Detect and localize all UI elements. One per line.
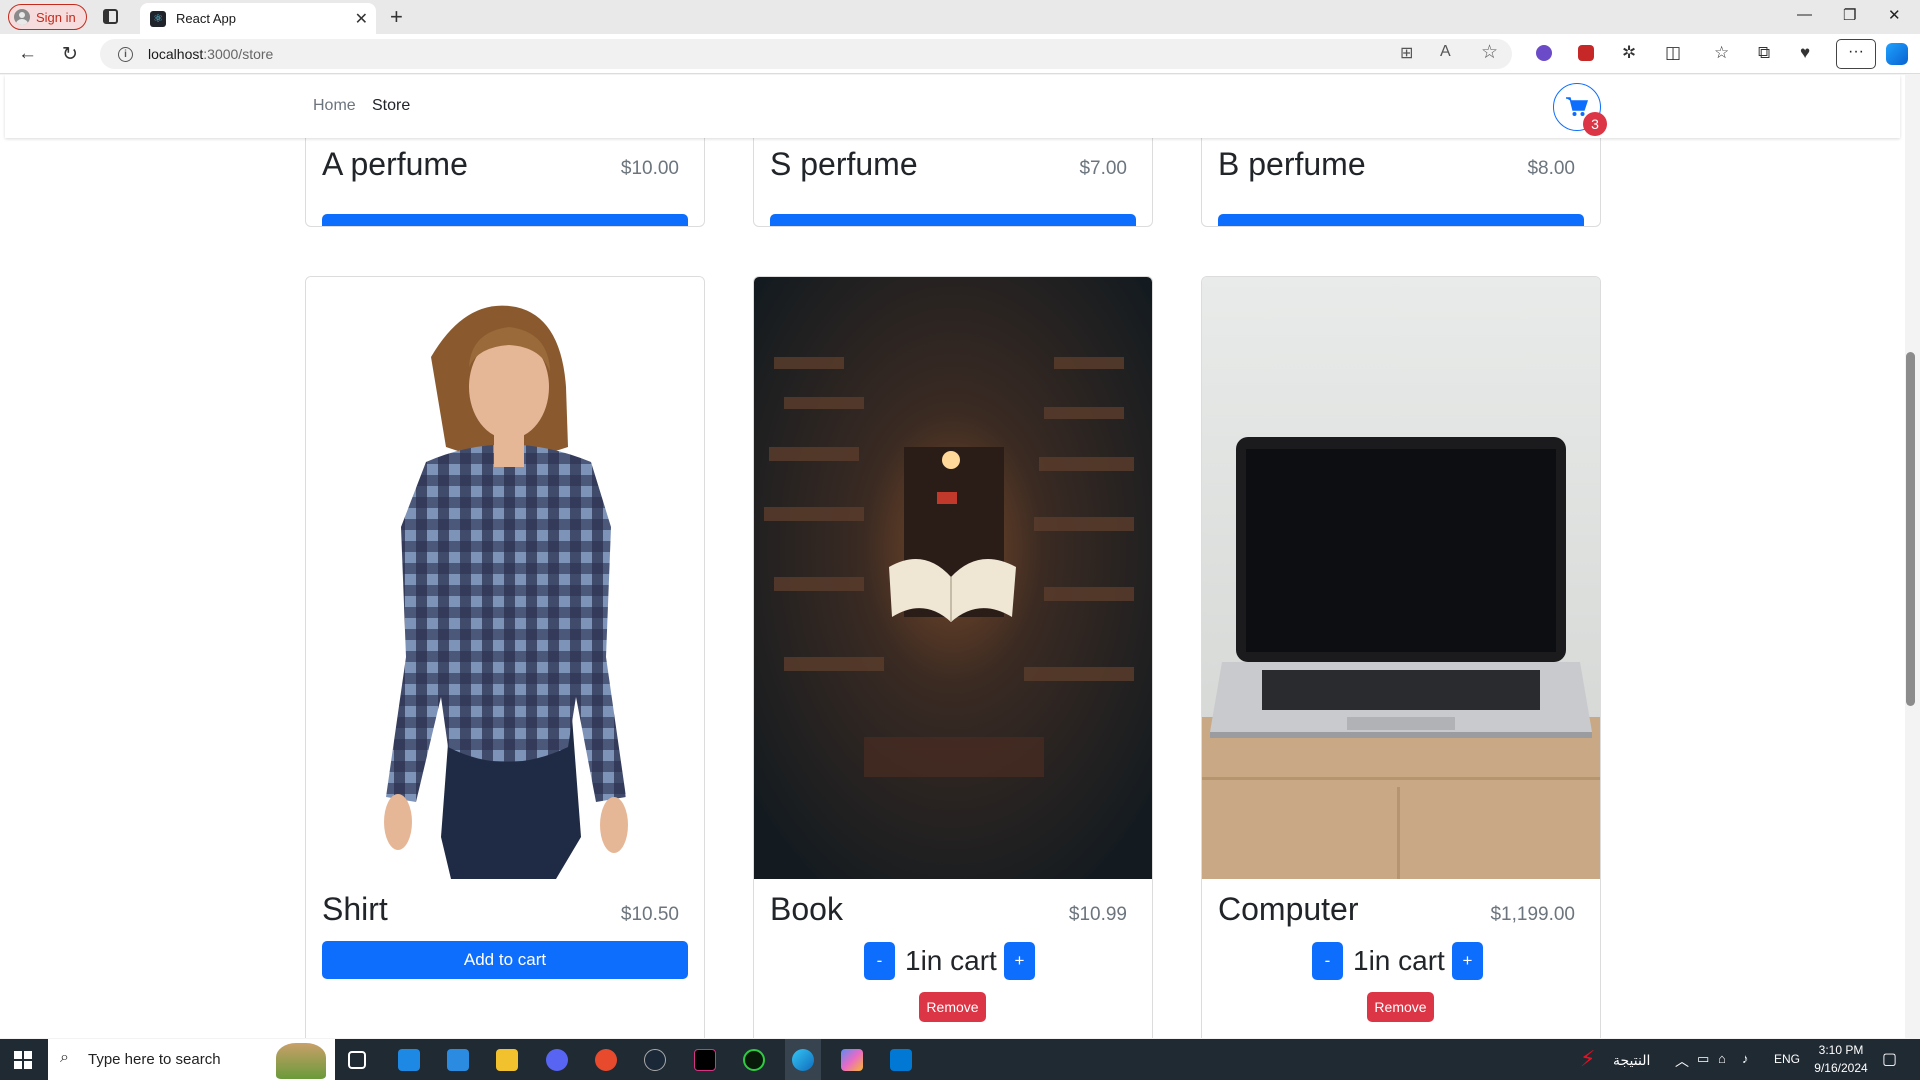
url-path: :3000/store: [203, 46, 274, 62]
increment-quantity-button[interactable]: +: [1004, 942, 1035, 980]
close-tab-icon[interactable]: ✕: [355, 9, 368, 29]
browser-tab[interactable]: ⚛ React App ✕: [140, 3, 376, 34]
increment-quantity-button[interactable]: +: [1452, 942, 1483, 980]
product-price: $10.00: [620, 158, 679, 179]
windows-start-icon[interactable]: [14, 1051, 32, 1069]
read-aloud-icon[interactable]: A: [1440, 43, 1451, 61]
product-card: Computer $1,199.00 - 1in cart + Remove: [1201, 276, 1601, 1038]
notification-app-icon[interactable]: ⚡: [1580, 1046, 1595, 1072]
app-available-icon[interactable]: ⊞: [1400, 43, 1413, 63]
book-product-image: [754, 277, 1152, 879]
product-name: S perfume: [770, 146, 918, 182]
add-to-cart-button[interactable]: Add to cart: [1218, 214, 1584, 226]
steam-icon[interactable]: [644, 1049, 666, 1071]
notifications-icon[interactable]: ▢: [1882, 1049, 1897, 1069]
search-icon: ⌕: [60, 1049, 69, 1066]
address-bar[interactable]: i localhost:3000/store: [100, 39, 1512, 69]
signin-label: Sign in: [36, 9, 76, 25]
product-price: $7.00: [1079, 158, 1127, 179]
react-favicon-icon: ⚛: [150, 10, 166, 27]
extension-icon[interactable]: [1578, 45, 1594, 61]
split-screen-icon[interactable]: ◫: [1665, 43, 1681, 63]
nav-link-home[interactable]: Home: [313, 97, 356, 115]
scrollbar-thumb[interactable]: [1906, 352, 1915, 706]
favorite-star-icon[interactable]: ☆: [1481, 41, 1498, 64]
address-toolbar: ← ↻ i localhost:3000/store ⊞ A ☆ ✲ ◫ ☆ ⧉…: [0, 34, 1920, 74]
product-price: $10.50: [620, 904, 679, 925]
add-to-cart-button[interactable]: Add to cart: [322, 941, 688, 979]
copilot-app-icon[interactable]: [841, 1049, 863, 1071]
close-window-icon[interactable]: ✕: [1888, 6, 1901, 24]
input-language[interactable]: ENG: [1774, 1052, 1800, 1066]
extension-icon[interactable]: [1536, 45, 1552, 61]
minimize-icon[interactable]: —: [1797, 6, 1812, 23]
jetbrains-icon[interactable]: [694, 1049, 716, 1071]
clock-date[interactable]: 9/16/2024: [1805, 1061, 1877, 1075]
product-price: $1,199.00: [1490, 904, 1575, 925]
network-icon[interactable]: ⌂: [1718, 1051, 1726, 1066]
add-to-cart-button[interactable]: Add to cart: [322, 214, 688, 226]
product-name: B perfume: [1218, 146, 1366, 182]
product-card: Shirt $10.50 Add to cart: [305, 276, 705, 1038]
tab-actions-icon[interactable]: [103, 9, 118, 24]
extensions-puzzle-icon[interactable]: ✲: [1622, 43, 1636, 63]
browser-titlebar: Sign in ⚛ React App ✕ + — ❐ ✕: [0, 0, 1920, 34]
product-price: $8.00: [1527, 158, 1575, 179]
nav-link-store[interactable]: Store: [372, 97, 410, 115]
decrement-quantity-button[interactable]: -: [1312, 942, 1343, 980]
computer-product-image: [1202, 277, 1600, 879]
product-price: $10.99: [1068, 904, 1127, 925]
url-host: localhost: [148, 46, 204, 62]
collections-icon[interactable]: ⧉: [1758, 43, 1770, 63]
taskbar-search-box[interactable]: ⌕ Type here to search: [48, 1039, 335, 1080]
task-view-icon[interactable]: [348, 1051, 366, 1069]
windows-taskbar: ⌕ Type here to search ⚡ النتيجة ︿ ▭ ⌂ ♪ …: [0, 1039, 1920, 1080]
store-navbar: Home Store 3: [5, 75, 1900, 138]
file-explorer-icon[interactable]: [496, 1049, 518, 1071]
copilot-icon[interactable]: [1886, 43, 1908, 65]
settings-more-icon[interactable]: ···: [1836, 39, 1876, 69]
volume-icon[interactable]: ♪: [1742, 1051, 1749, 1066]
store-app-icon[interactable]: [398, 1049, 420, 1071]
refresh-icon[interactable]: ↻: [62, 43, 78, 66]
decrement-quantity-button[interactable]: -: [864, 942, 895, 980]
edge-browser-icon[interactable]: [792, 1049, 814, 1071]
restore-icon[interactable]: ❐: [1843, 6, 1856, 24]
signin-button[interactable]: Sign in: [8, 4, 87, 30]
ea-app-icon[interactable]: [595, 1049, 617, 1071]
page-viewport: Home Store 3 A perfume $10.00 Add to car…: [0, 75, 1905, 1038]
razer-icon[interactable]: [743, 1049, 765, 1071]
product-name: Shirt: [322, 891, 388, 927]
tab-title: React App: [176, 11, 236, 26]
back-icon[interactable]: ←: [18, 43, 37, 65]
remove-from-cart-button[interactable]: Remove: [919, 992, 986, 1022]
browser-essentials-icon[interactable]: ♥: [1800, 43, 1810, 63]
show-hidden-icons-icon[interactable]: ︿: [1675, 1051, 1689, 1071]
profile-avatar-icon: [14, 9, 30, 25]
favorites-icon[interactable]: ☆: [1714, 43, 1729, 63]
cart-quantity: 1in cart: [1353, 945, 1445, 976]
site-info-icon[interactable]: i: [118, 46, 133, 62]
search-placeholder: Type here to search: [88, 1051, 221, 1068]
cart-count-badge: 3: [1583, 112, 1607, 136]
product-card: Book $10.99 - 1in cart + Remove: [753, 276, 1153, 1038]
vscode-icon[interactable]: [890, 1049, 912, 1071]
product-name: Computer: [1218, 891, 1359, 927]
mail-app-icon[interactable]: [447, 1049, 469, 1071]
product-name: Book: [770, 891, 843, 927]
product-name: A perfume: [322, 146, 468, 182]
search-highlight-icon: [276, 1043, 326, 1079]
tray-result-label: النتيجة: [1613, 1052, 1651, 1068]
cart-quantity: 1in cart: [905, 945, 997, 976]
remove-from-cart-button[interactable]: Remove: [1367, 992, 1434, 1022]
cart-icon: [1566, 97, 1588, 116]
clock-time[interactable]: 3:10 PM: [1810, 1043, 1872, 1057]
meet-now-icon[interactable]: ▭: [1697, 1051, 1709, 1067]
discord-icon[interactable]: [546, 1049, 568, 1071]
add-to-cart-button[interactable]: Add to cart: [770, 214, 1136, 226]
shirt-product-image: [306, 277, 704, 879]
new-tab-icon[interactable]: +: [390, 4, 403, 30]
